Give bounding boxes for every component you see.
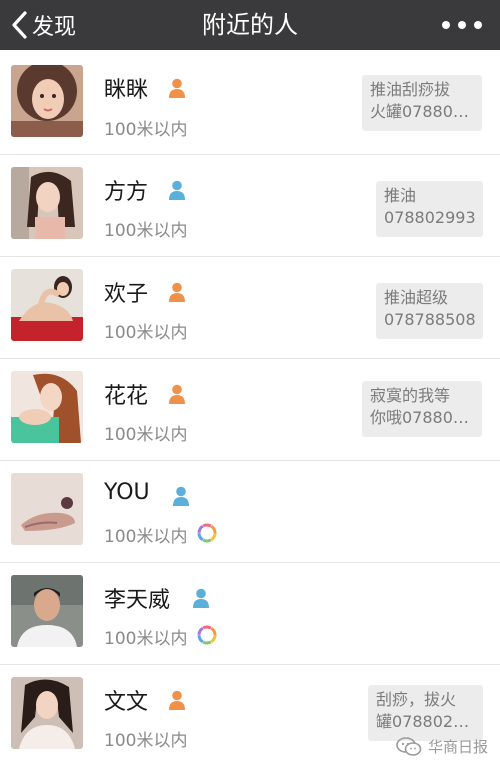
distance-label: 100米以内 xyxy=(104,425,188,445)
watermark: 华商日报 xyxy=(396,736,488,757)
avatar xyxy=(11,575,83,647)
avatar xyxy=(11,473,83,545)
signature-bubble: 刮痧，拔火 罐078802… xyxy=(368,685,483,741)
female-gender-icon xyxy=(169,384,185,404)
signature-line: 刮痧，拔火 xyxy=(376,690,457,709)
female-gender-icon xyxy=(169,78,185,98)
signature-bubble: 推油刮痧拔 火罐07880… xyxy=(362,75,482,131)
person-name: 文文 xyxy=(104,690,149,715)
list-item-person[interactable]: 眯眯 100米以内 推油刮痧拔 火罐07880… xyxy=(0,50,500,155)
list-item-person[interactable]: 欢子 100米以内 推油超级 078788508 xyxy=(0,257,500,359)
male-gender-icon xyxy=(173,486,189,506)
signature-line: 078802993 xyxy=(384,208,476,227)
avatar xyxy=(11,269,83,341)
more-dots-icon xyxy=(442,21,450,29)
signature-line: 罐078802… xyxy=(376,712,470,731)
more-button[interactable] xyxy=(442,12,482,38)
list-item-person[interactable]: YOU 100米以内 xyxy=(0,461,500,563)
signature-line: 火罐07880… xyxy=(370,102,469,121)
avatar xyxy=(11,167,83,239)
distance-label: 100米以内 xyxy=(104,120,188,140)
signature-line: 推油刮痧拔 xyxy=(370,80,451,99)
person-name: 李天威 xyxy=(104,588,171,613)
distance-label: 100米以内 xyxy=(104,323,188,343)
male-gender-icon xyxy=(193,588,209,608)
distance-label: 100米以内 xyxy=(104,731,188,751)
watermark-text: 华商日报 xyxy=(427,738,488,756)
male-gender-icon xyxy=(169,180,185,200)
distance-label: 100米以内 xyxy=(104,221,188,241)
signature-line: 推油 xyxy=(384,186,417,205)
chevron-left-icon xyxy=(12,11,27,39)
list-item-person[interactable]: 李天威 100米以内 xyxy=(0,563,500,665)
person-name: 花花 xyxy=(104,384,149,409)
signature-line: 078788508 xyxy=(384,310,476,329)
avatar xyxy=(11,371,83,443)
navigation-bar: 发现 附近的人 xyxy=(0,0,500,50)
female-gender-icon xyxy=(169,282,185,302)
back-button-label: 发现 xyxy=(32,15,77,40)
distance-label: 100米以内 xyxy=(104,527,188,547)
nearby-people-list: 眯眯 100米以内 推油刮痧拔 火罐07880… 方方 100米以内 推油 07… xyxy=(0,50,500,767)
signature-line: 你哦07880… xyxy=(370,408,469,427)
list-item-person[interactable]: 花花 100米以内 寂寞的我等 你哦07880… xyxy=(0,359,500,461)
avatar xyxy=(11,65,83,137)
avatar xyxy=(11,677,83,749)
moments-icon xyxy=(197,523,217,543)
person-name: 方方 xyxy=(104,180,149,205)
wechat-logo-icon xyxy=(396,736,422,756)
signature-line: 寂寞的我等 xyxy=(370,386,451,405)
person-name: YOU xyxy=(104,480,150,505)
person-name: 眯眯 xyxy=(104,78,149,103)
signature-bubble: 寂寞的我等 你哦07880… xyxy=(362,381,482,437)
person-name: 欢子 xyxy=(104,282,149,307)
distance-label: 100米以内 xyxy=(104,629,188,649)
list-item-person[interactable]: 方方 100米以内 推油 078802993 xyxy=(0,155,500,257)
signature-line: 推油超级 xyxy=(384,288,449,307)
female-gender-icon xyxy=(169,690,185,710)
back-button[interactable]: 发现 xyxy=(10,6,76,44)
moments-icon xyxy=(197,625,217,645)
signature-bubble: 推油超级 078788508 xyxy=(376,283,483,339)
signature-bubble: 推油 078802993 xyxy=(376,181,483,237)
